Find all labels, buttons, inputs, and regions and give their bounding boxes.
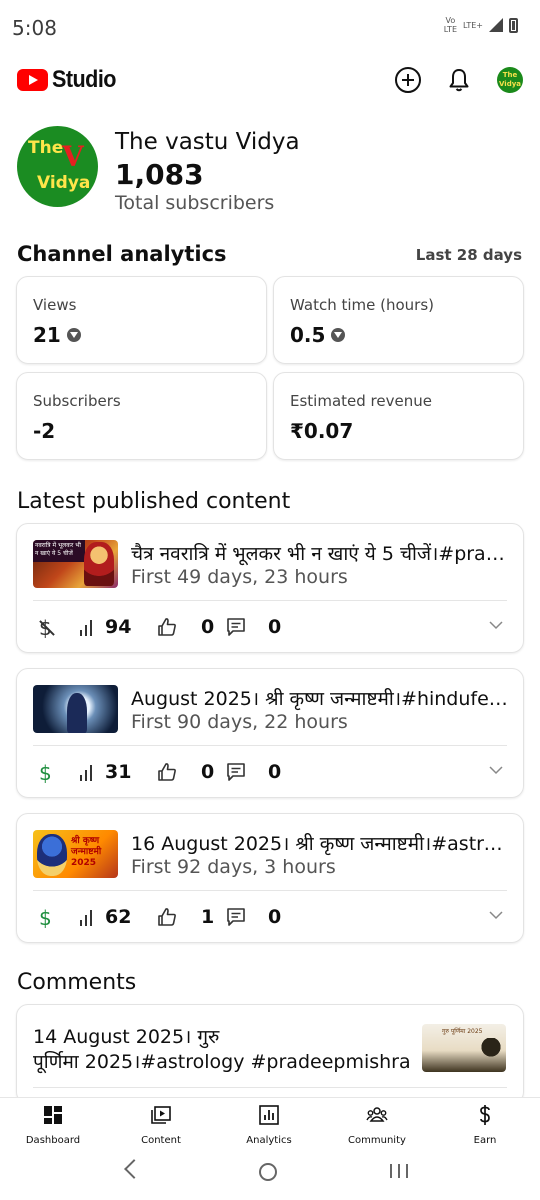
video-metrics: $ 31 0 0 — [35, 761, 505, 785]
latest-content-title: Latest published content — [17, 489, 291, 514]
analytics-icon — [259, 1105, 279, 1125]
stat-label: Estimated revenue — [290, 392, 432, 410]
video-thumbnail[interactable] — [33, 685, 118, 733]
views-count: 31 — [105, 761, 132, 783]
content-icon — [151, 1106, 171, 1124]
monetization-on-icon: $ — [39, 761, 52, 785]
comment-icon — [227, 618, 245, 636]
divider — [33, 890, 507, 891]
logo-text: Studio — [52, 66, 116, 93]
monetization-off-icon: $ — [39, 616, 52, 640]
stat-value: -2 — [33, 419, 56, 443]
video-thumbnail[interactable]: श्री कृष्ण जन्माष्टमी 2025 — [33, 830, 118, 878]
volte-indicator: Vo LTE — [443, 16, 457, 34]
bottom-nav: Dashboard Content Analytics Community Ea… — [0, 1097, 540, 1147]
home-icon[interactable] — [259, 1163, 277, 1181]
divider — [33, 1087, 507, 1088]
comment-icon — [227, 908, 245, 926]
comments-count: 0 — [268, 761, 282, 783]
video-age: First 90 days, 22 hours — [131, 711, 348, 733]
analytics-title: Channel analytics — [17, 242, 227, 266]
chevron-down-icon[interactable] — [489, 910, 503, 920]
earn-icon — [480, 1105, 490, 1125]
like-icon — [158, 618, 176, 636]
nav-earn[interactable]: Earn — [435, 1104, 535, 1146]
monetization-on-icon: $ — [39, 906, 52, 930]
channel-avatar[interactable]: The V Vidya — [17, 126, 98, 207]
video-card[interactable]: श्री कृष्ण जन्माष्टमी 2025 16 August 202… — [16, 813, 524, 943]
comment-card[interactable]: 14 August 2025। गुरु पूर्णिमा 2025।#astr… — [16, 1004, 524, 1104]
likes-count: 1 — [201, 906, 215, 928]
nav-analytics[interactable]: Analytics — [219, 1104, 319, 1146]
network-type: LTE+ — [463, 20, 483, 30]
divider — [33, 745, 507, 746]
like-icon — [158, 763, 176, 781]
divider — [33, 600, 507, 601]
video-title[interactable]: August 2025। श्री कृष्ण जन्माष्टमी।#hind… — [131, 685, 511, 711]
views-icon — [80, 620, 96, 636]
studio-logo[interactable]: Studio — [17, 66, 123, 94]
chevron-down-icon[interactable] — [489, 620, 503, 630]
stat-label: Watch time (hours) — [290, 296, 435, 314]
video-age: First 92 days, 3 hours — [131, 856, 336, 878]
stat-value: ₹0.07 — [290, 419, 354, 443]
stat-card-revenue[interactable]: Estimated revenue ₹0.07 — [273, 372, 524, 460]
nav-community[interactable]: Community — [327, 1104, 427, 1146]
stat-value: 0.5 — [290, 323, 346, 347]
comment-video-thumbnail[interactable]: गुरु पूर्णिमा 2025 — [422, 1024, 506, 1072]
views-icon — [80, 765, 96, 781]
subscriber-count: 1,083 — [115, 158, 204, 191]
likes-count: 0 — [201, 616, 215, 638]
app-header: Studio The Vidya — [0, 56, 540, 104]
back-icon[interactable] — [124, 1159, 144, 1179]
video-metrics: $ 94 0 0 — [35, 616, 505, 640]
video-metrics: $ 62 1 0 — [35, 906, 505, 930]
trend-down-icon — [66, 328, 81, 342]
nav-content[interactable]: Content — [111, 1104, 211, 1146]
trend-down-icon — [331, 328, 346, 342]
notifications-bell-icon[interactable] — [446, 67, 472, 93]
stat-label: Views — [33, 296, 77, 314]
video-title[interactable]: 16 August 2025। श्री कृष्ण जन्माष्टमी।#a… — [131, 830, 511, 856]
dashboard-icon — [44, 1106, 62, 1124]
youtube-play-icon — [17, 69, 48, 91]
analytics-period[interactable]: Last 28 days — [416, 246, 522, 264]
comments-count: 0 — [268, 906, 282, 928]
stat-card-subscribers[interactable]: Subscribers -2 — [16, 372, 267, 460]
like-icon — [158, 908, 176, 926]
video-age: First 49 days, 23 hours — [131, 566, 348, 588]
create-icon[interactable] — [395, 67, 421, 93]
views-count: 62 — [105, 906, 132, 928]
video-card[interactable]: नवरात्रि में भूलकर भी न खाएं ये 5 चीजें … — [16, 523, 524, 653]
status-time: 5:08 — [12, 16, 57, 40]
video-title[interactable]: चैत्र नवरात्रि में भूलकर भी न खाएं ये 5 … — [131, 540, 511, 566]
signal-icon — [489, 18, 503, 32]
comments-title: Comments — [17, 970, 137, 995]
comments-count: 0 — [268, 616, 282, 638]
views-icon — [80, 910, 96, 926]
nav-dashboard[interactable]: Dashboard — [3, 1104, 103, 1146]
channel-name: The vastu Vidya — [115, 129, 300, 155]
stat-card-views[interactable]: Views 21 — [16, 276, 267, 364]
community-icon — [366, 1107, 388, 1122]
comment-video-title: 14 August 2025। गुरु पूर्णिमा 2025।#astr… — [33, 1026, 411, 1073]
stat-label: Subscribers — [33, 392, 121, 410]
chevron-down-icon[interactable] — [489, 765, 503, 775]
status-icons: Vo LTE LTE+ — [444, 16, 518, 34]
system-nav-bar — [0, 1147, 540, 1200]
video-card[interactable]: August 2025। श्री कृष्ण जन्माष्टमी।#hind… — [16, 668, 524, 798]
battery-icon — [509, 17, 518, 33]
video-thumbnail[interactable]: नवरात्रि में भूलकर भी न खाएं ये 5 चीजें — [33, 540, 118, 588]
account-avatar[interactable]: The Vidya — [497, 67, 523, 93]
likes-count: 0 — [201, 761, 215, 783]
views-count: 94 — [105, 616, 132, 638]
subscriber-label: Total subscribers — [115, 192, 275, 214]
recents-icon[interactable] — [390, 1162, 408, 1180]
stat-value: 21 — [33, 323, 81, 347]
stat-card-watch-time[interactable]: Watch time (hours) 0.5 — [273, 276, 524, 364]
status-bar: 5:08 Vo LTE LTE+ — [0, 0, 540, 56]
comment-icon — [227, 763, 245, 781]
